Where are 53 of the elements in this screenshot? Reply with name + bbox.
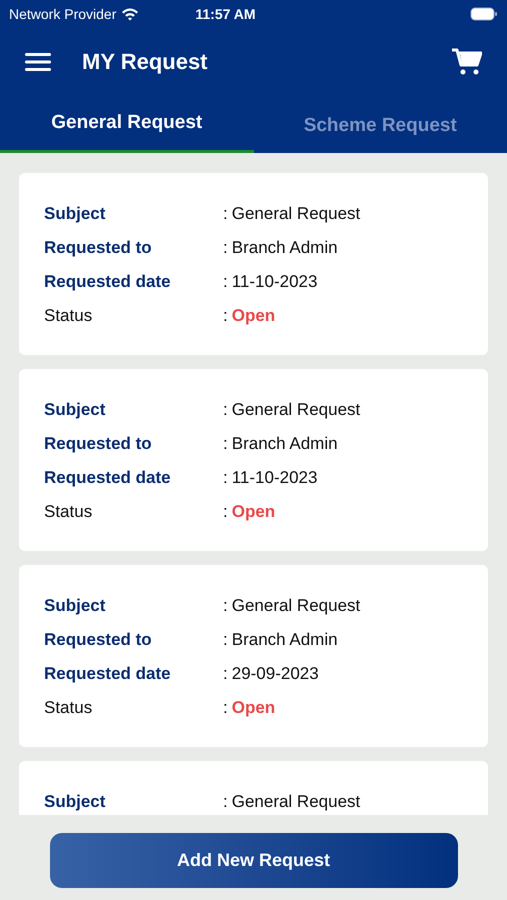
status-value: Open <box>232 501 276 524</box>
field-separator: : <box>223 629 228 652</box>
field-label: Status <box>44 697 94 720</box>
field-separator: : <box>223 203 228 226</box>
field-separator: : <box>223 467 228 490</box>
field-value: General Request <box>232 203 360 226</box>
field-label: Subject <box>44 595 106 618</box>
request-card[interactable]: Subject : General Request Requested to : Branch Admin Requested date : 11-10-2023 Status : Open <box>19 173 488 355</box>
status-value: Open <box>232 305 276 328</box>
request-card[interactable]: Subject : General Request Requested to : Branch Admin Requested date : 29-09-2023 Status : Open <box>19 565 488 747</box>
field-separator: : <box>223 399 228 422</box>
field-separator: : <box>223 697 228 720</box>
field-label: Subject <box>44 791 106 814</box>
field-value: General Request <box>232 399 360 422</box>
field-label: Status <box>44 501 94 524</box>
field-value: 11-10-2023 <box>232 467 318 490</box>
menu-button[interactable] <box>25 50 51 72</box>
field-label: Requested to <box>44 629 153 652</box>
tab[interactable]: Scheme Request <box>254 95 507 153</box>
field-label: Requested to <box>44 237 153 260</box>
field-label: Subject <box>44 399 106 422</box>
field-label: Requested date <box>44 467 172 490</box>
field-separator: : <box>223 305 228 328</box>
field-label: Subject <box>44 203 106 226</box>
field-separator: : <box>223 433 228 456</box>
field-label: Requested date <box>44 663 172 686</box>
field-value: 11-10-2023 <box>232 271 318 294</box>
field-separator: : <box>223 501 228 524</box>
field-value: Branch Admin <box>232 433 338 456</box>
field-label: Requested to <box>44 433 153 456</box>
battery-icon <box>470 7 498 21</box>
field-value: 29-09-2023 <box>232 663 319 686</box>
field-value: Branch Admin <box>232 629 338 652</box>
tab[interactable]: General Request <box>0 95 254 153</box>
page-title: MY Request <box>82 48 208 76</box>
cart-button[interactable] <box>452 48 482 76</box>
field-separator: : <box>223 791 228 814</box>
add-request-button[interactable]: Add New Request <box>50 833 458 888</box>
field-value: Branch Admin <box>232 237 338 260</box>
field-label: Status <box>44 305 94 328</box>
field-label: Requested date <box>44 271 172 294</box>
field-separator: : <box>223 271 228 294</box>
wifi-icon <box>121 7 140 21</box>
status-value: Open <box>232 697 276 720</box>
carrier-name: Network Provider <box>9 4 116 24</box>
request-card[interactable]: Subject : General Request Requested to : Branch Admin Requested date : 11-10-2023 Status : Open <box>19 369 488 551</box>
field-separator: : <box>223 663 228 686</box>
field-separator: : <box>223 237 228 260</box>
request-card[interactable]: Subject : General Request <box>19 761 488 815</box>
field-value: General Request <box>232 791 360 814</box>
field-value: General Request <box>232 595 360 618</box>
status-time: 11:57 AM <box>195 4 256 24</box>
field-separator: : <box>223 595 228 618</box>
